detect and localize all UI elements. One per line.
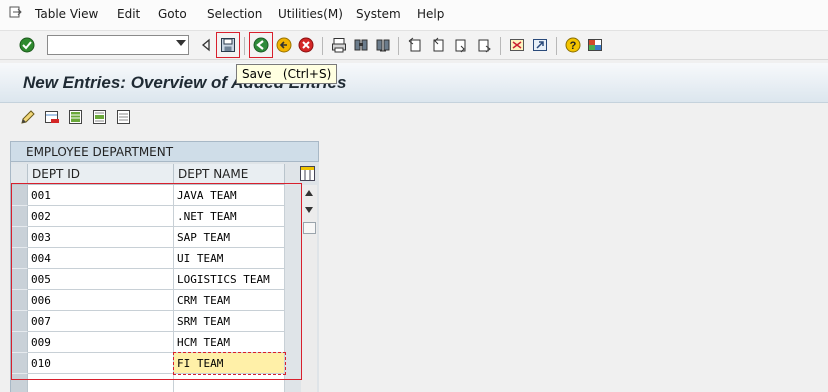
menu-system[interactable]: System xyxy=(356,7,401,21)
find-next-icon[interactable] xyxy=(374,36,392,54)
row-selector[interactable] xyxy=(11,353,28,374)
scroll-up-icon[interactable] xyxy=(305,190,313,196)
table-title: EMPLOYEE DEPARTMENT xyxy=(26,145,174,159)
dept-id-cell[interactable]: 006 xyxy=(28,290,174,311)
table-row: 004 UI TEAM xyxy=(11,248,285,269)
dept-id-cell[interactable]: 009 xyxy=(28,332,174,353)
dept-id-cell[interactable]: 001 xyxy=(28,185,174,206)
title-bar: New Entries: Overview of Added Entries xyxy=(0,63,828,103)
first-page-icon[interactable] xyxy=(406,36,424,54)
next-page-icon[interactable] xyxy=(452,36,470,54)
scroll-thumb[interactable] xyxy=(303,222,316,234)
command-dropdown-icon[interactable] xyxy=(176,40,186,46)
dept-name-cell[interactable]: SRM TEAM xyxy=(174,311,285,332)
back-nav-icon[interactable] xyxy=(198,36,216,54)
application-toolbar xyxy=(0,103,828,133)
table-row: 010 FI TEAM xyxy=(11,353,285,374)
dept-id-cell[interactable]: 004 xyxy=(28,248,174,269)
layout-icon[interactable] xyxy=(586,36,604,54)
save-tooltip: Save (Ctrl+S) xyxy=(236,64,338,84)
find-icon[interactable] xyxy=(352,36,370,54)
display-change-icon[interactable] xyxy=(19,108,37,126)
toolbar-separator xyxy=(398,37,399,55)
dept-id-cell[interactable] xyxy=(28,374,174,392)
dept-name-cell[interactable]: .NET TEAM xyxy=(174,206,285,227)
table-title-bar: EMPLOYEE DEPARTMENT xyxy=(10,141,319,162)
vertical-scrollbar[interactable] xyxy=(301,185,317,392)
dept-id-cell[interactable]: 002 xyxy=(28,206,174,227)
select-all-icon[interactable] xyxy=(67,108,85,126)
table-row xyxy=(11,374,285,392)
table-row: 006 CRM TEAM xyxy=(11,290,285,311)
select-all-rows-button[interactable] xyxy=(11,164,28,185)
menu-selection[interactable]: Selection xyxy=(207,7,262,21)
last-page-icon[interactable] xyxy=(475,36,493,54)
dept-id-cell[interactable]: 003 xyxy=(28,227,174,248)
dept-id-cell[interactable]: 005 xyxy=(28,269,174,290)
help-icon[interactable]: ? xyxy=(564,36,582,54)
command-field[interactable] xyxy=(47,35,189,55)
table-row: 005 LOGISTICS TEAM xyxy=(11,269,285,290)
menu-edit[interactable]: Edit xyxy=(117,7,140,21)
row-selector[interactable] xyxy=(11,332,28,353)
menu-goto[interactable]: Goto xyxy=(158,7,187,21)
row-selector[interactable] xyxy=(11,227,28,248)
menu-help[interactable]: Help xyxy=(417,7,444,21)
back-highlight xyxy=(249,32,273,58)
row-selector[interactable] xyxy=(11,311,28,332)
scroll-down-icon[interactable] xyxy=(305,207,313,213)
dept-name-cell[interactable]: HCM TEAM xyxy=(174,332,285,353)
shortcut-icon[interactable] xyxy=(531,36,549,54)
toolbar-separator xyxy=(500,37,501,55)
create-session-icon[interactable] xyxy=(508,36,526,54)
column-header-dept-id[interactable]: DEPT ID xyxy=(28,164,174,185)
print-icon[interactable] xyxy=(330,36,348,54)
dept-name-cell[interactable] xyxy=(174,374,285,392)
table-row: 001 JAVA TEAM xyxy=(11,185,285,206)
column-header-dept-name[interactable]: DEPT NAME xyxy=(174,164,285,185)
dept-id-cell[interactable]: 007 xyxy=(28,311,174,332)
table-row: 003 SAP TEAM xyxy=(11,227,285,248)
svg-text:?: ? xyxy=(570,40,577,52)
toolbar-separator xyxy=(322,37,323,55)
enter-icon[interactable] xyxy=(18,36,36,54)
dept-name-cell[interactable]: SAP TEAM xyxy=(174,227,285,248)
exit-icon[interactable] xyxy=(275,36,293,54)
standard-toolbar: ? xyxy=(0,30,828,60)
delete-icon[interactable] xyxy=(43,108,61,126)
dept-id-cell[interactable]: 010 xyxy=(28,353,174,374)
row-selector[interactable] xyxy=(11,374,28,392)
row-selector[interactable] xyxy=(11,185,28,206)
system-menu-icon[interactable] xyxy=(9,6,23,18)
dept-name-cell[interactable]: CRM TEAM xyxy=(174,290,285,311)
table-row: 009 HCM TEAM xyxy=(11,332,285,353)
menu-utilities[interactable]: Utilities(M) xyxy=(278,7,343,21)
dept-name-cell[interactable]: FI TEAM xyxy=(174,353,285,374)
table-settings-icon[interactable] xyxy=(299,165,316,182)
table-row: 002 .NET TEAM xyxy=(11,206,285,227)
dept-name-cell[interactable]: UI TEAM xyxy=(174,248,285,269)
menu-bar: Table View Edit Goto Selection Utilities… xyxy=(0,0,828,30)
row-selector[interactable] xyxy=(11,269,28,290)
cancel-icon[interactable] xyxy=(297,36,315,54)
toolbar-separator xyxy=(556,37,557,55)
menu-table-view[interactable]: Table View xyxy=(35,7,98,21)
row-selector[interactable] xyxy=(11,206,28,227)
row-selector[interactable] xyxy=(11,248,28,269)
dept-name-cell[interactable]: JAVA TEAM xyxy=(174,185,285,206)
row-selector[interactable] xyxy=(11,290,28,311)
save-highlight xyxy=(216,32,240,58)
dept-name-cell[interactable]: LOGISTICS TEAM xyxy=(174,269,285,290)
deselect-all-icon[interactable] xyxy=(115,108,133,126)
select-block-icon[interactable] xyxy=(91,108,109,126)
prev-page-icon[interactable] xyxy=(429,36,447,54)
toolbar-separator xyxy=(244,37,245,55)
table-row: 007 SRM TEAM xyxy=(11,311,285,332)
